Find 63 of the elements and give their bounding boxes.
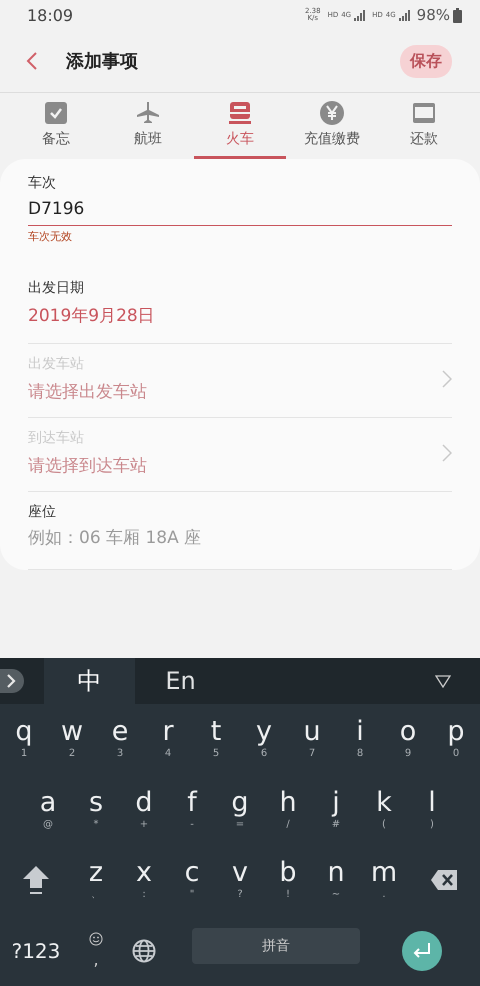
letter-key[interactable]: u 7 (288, 704, 336, 774)
letter-key[interactable]: g = (216, 774, 264, 845)
space-key[interactable]: 拼音 (192, 928, 360, 964)
yen-icon (320, 101, 344, 125)
error-message: 车次无效 (28, 229, 73, 244)
page-title: 添加事项 (66, 50, 139, 73)
enter-key[interactable] (402, 930, 442, 971)
backspace-icon (430, 869, 458, 892)
letter-key[interactable]: b ! (264, 845, 312, 916)
input-field[interactable]: 例如：06 车厢 18A 座 (28, 522, 452, 555)
date-value[interactable]: 2019年9月28日 (28, 298, 452, 329)
shift-icon (22, 865, 50, 896)
letter-key[interactable]: f - (168, 774, 216, 845)
field-label: 出发日期 (28, 279, 85, 298)
emoji-key[interactable]: , (72, 916, 120, 986)
category-tab[interactable]: 航班 (102, 93, 194, 159)
chevron-right-icon (442, 370, 452, 388)
status-time: 18:09 (27, 6, 74, 24)
plane-icon (136, 101, 160, 125)
letter-key[interactable]: z 、 (72, 845, 120, 916)
card-icon (412, 101, 436, 125)
input-field[interactable]: D7196 (28, 193, 452, 226)
smiley-icon (89, 932, 103, 946)
letter-key[interactable]: c " (168, 845, 216, 916)
letter-key[interactable]: m . (360, 845, 408, 916)
chevron-right-icon (442, 444, 452, 462)
letter-key[interactable]: q 1 (0, 704, 48, 774)
letter-key[interactable]: y 6 (240, 704, 288, 774)
letter-key[interactable]: w 2 (48, 704, 96, 774)
letter-key[interactable]: j # (312, 774, 360, 845)
symbols-key[interactable]: ?123 (0, 916, 72, 986)
letter-key[interactable]: l ) (408, 774, 456, 845)
signal-icon (398, 10, 411, 20)
field-label: 车次 (28, 174, 57, 193)
checkbox-icon (44, 101, 68, 125)
letter-key[interactable]: e 3 (96, 704, 144, 774)
letter-key[interactable]: t 5 (192, 704, 240, 774)
letter-key[interactable]: n ~ (312, 845, 360, 916)
letter-key[interactable]: x : (120, 845, 168, 916)
category-tab[interactable]: 还款 (378, 93, 470, 159)
train-icon (228, 101, 252, 125)
letter-key[interactable]: a @ (24, 774, 72, 845)
letter-key[interactable]: s * (72, 774, 120, 845)
back-icon[interactable] (26, 51, 38, 71)
signal-icon (354, 10, 366, 20)
collapse-icon[interactable] (435, 674, 451, 688)
category-tab[interactable]: 充值缴费 (286, 93, 378, 159)
chevron-right-icon (0, 669, 24, 693)
letter-key[interactable]: d + (120, 774, 168, 845)
letter-key[interactable]: i 8 (336, 704, 384, 774)
letter-key[interactable]: o 9 (384, 704, 432, 774)
field-label: 座位 (28, 503, 57, 522)
letter-key[interactable]: h / (264, 774, 312, 845)
letter-key[interactable]: p 0 (432, 704, 480, 774)
input-mode-tab[interactable]: En (135, 658, 226, 704)
input-mode-tab[interactable]: 中 (44, 658, 135, 704)
letter-key[interactable]: v ? (216, 845, 264, 916)
category-tab[interactable]: 备忘 (10, 93, 102, 159)
globe-icon (132, 938, 156, 963)
battery-percent: 98% (416, 6, 450, 24)
letter-key[interactable]: r 4 (144, 704, 192, 774)
battery-icon (453, 8, 462, 22)
letter-key[interactable]: k ( (360, 774, 408, 845)
